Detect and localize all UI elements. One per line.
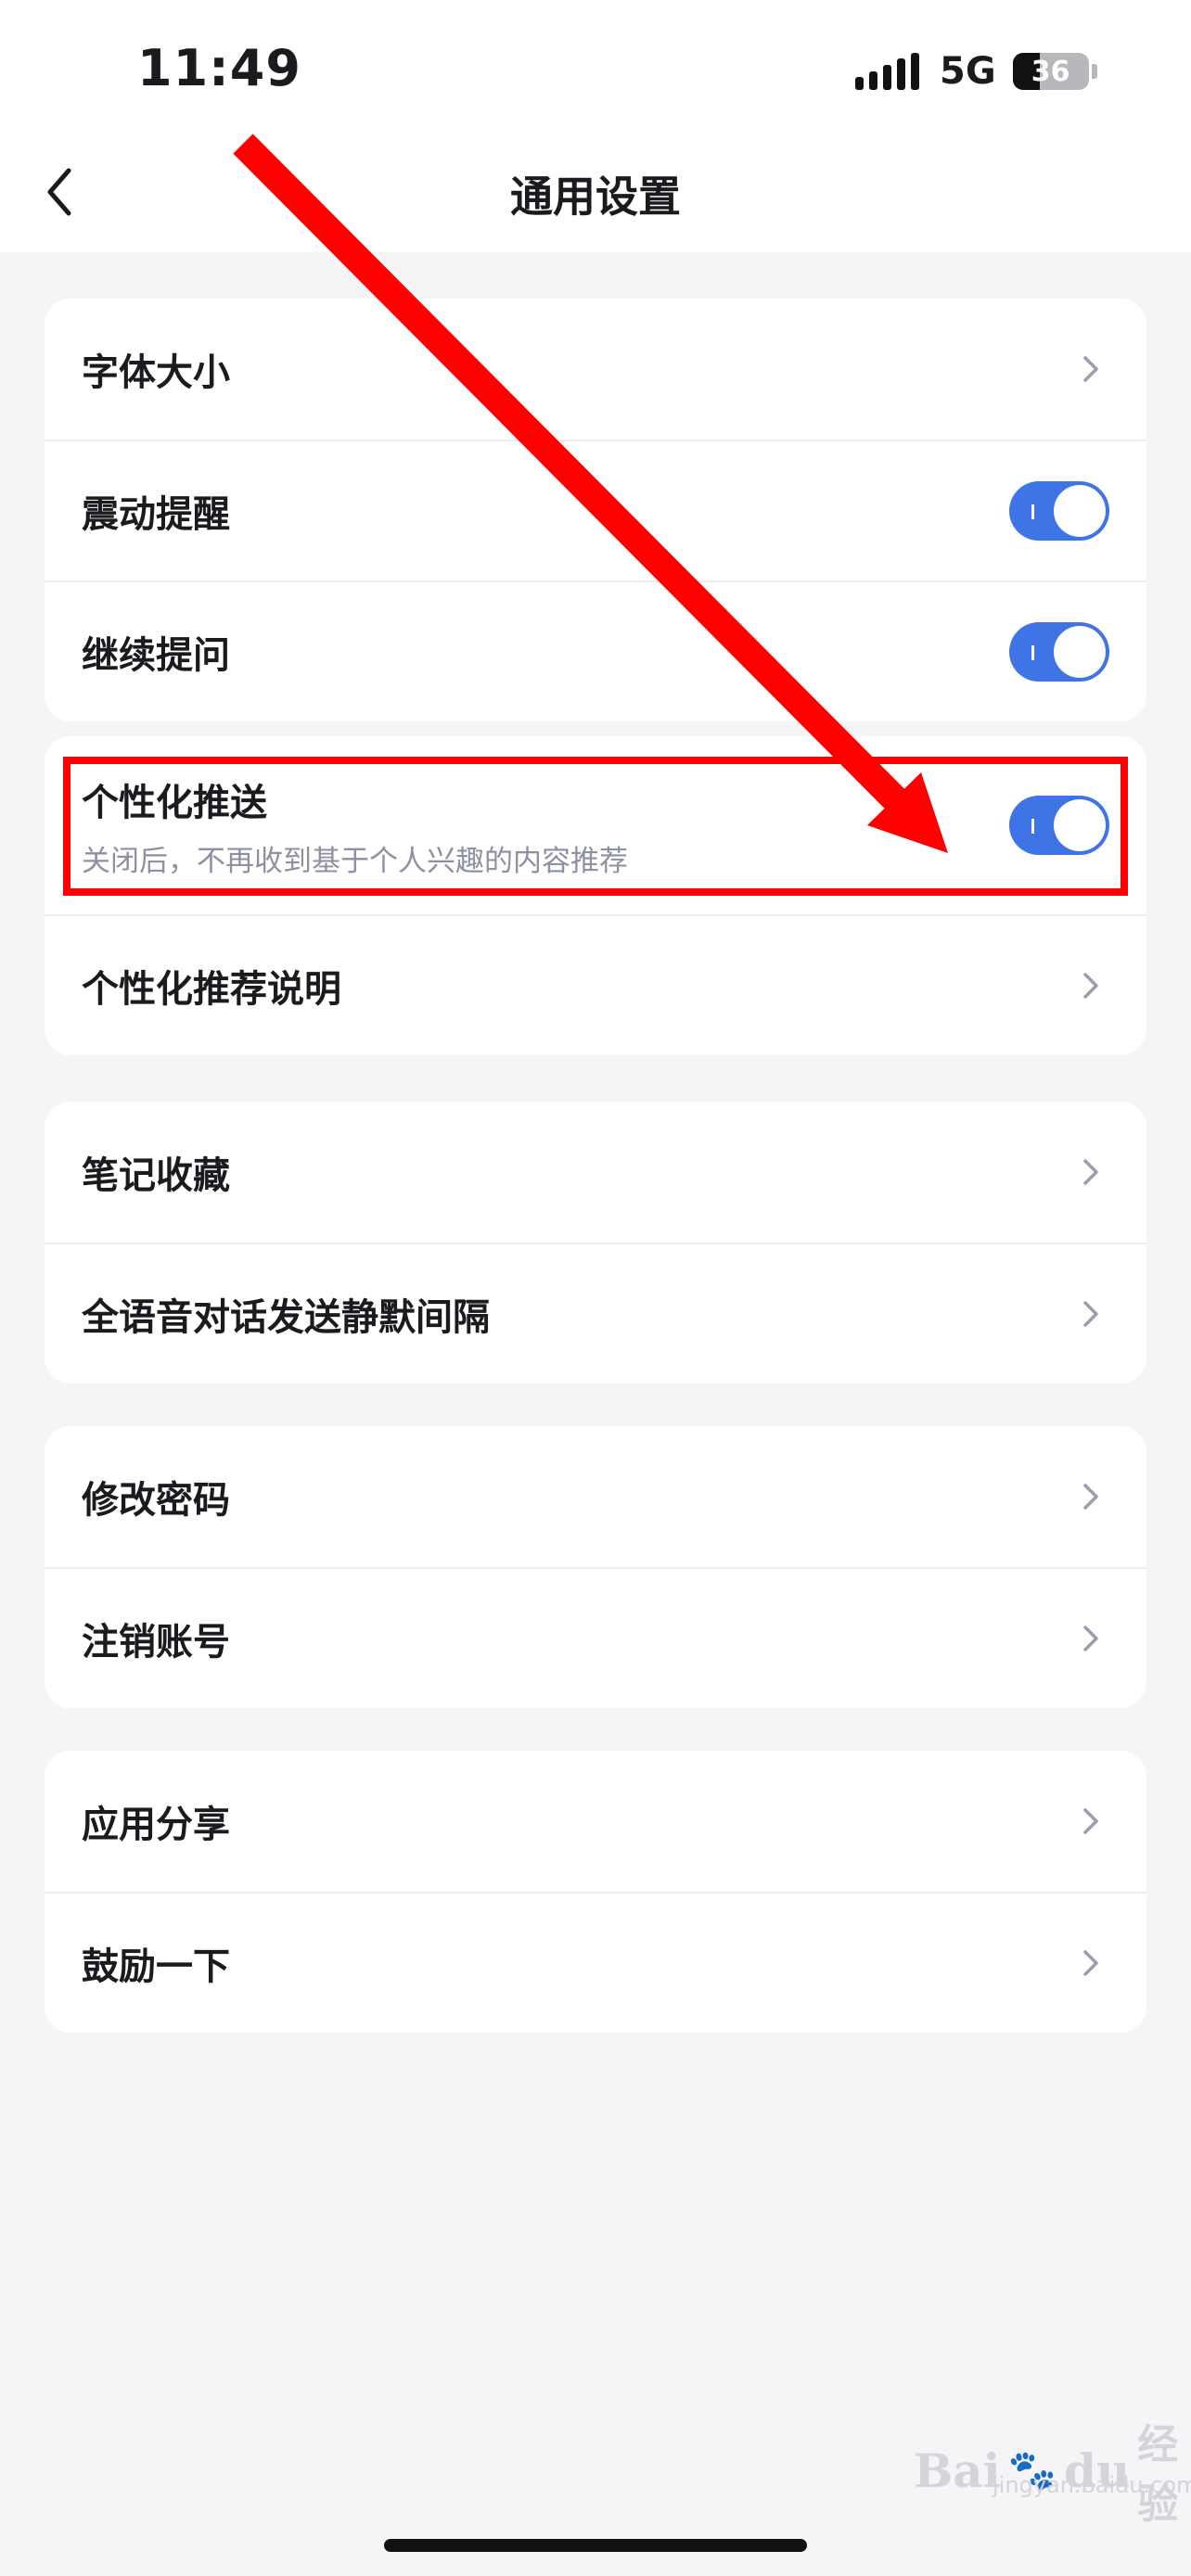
watermark-logo: Bai 🐾 du 经验: [914, 2411, 1191, 2530]
network-type: 5G: [940, 50, 996, 93]
row-label: 震动提醒: [82, 493, 230, 536]
note-favorites-row[interactable]: 笔记收藏: [45, 1102, 1146, 1243]
continue-asking-row: 继续提问: [45, 580, 1146, 721]
battery-icon: 36: [1012, 53, 1089, 90]
font-size-row[interactable]: 字体大小: [45, 299, 1146, 440]
row-label: 字体大小: [82, 351, 230, 394]
row-label: 继续提问: [82, 634, 230, 677]
page-title: 通用设置: [510, 172, 681, 222]
status-indicators: 5G 36: [855, 48, 1097, 95]
watermark-cn: 经验: [1137, 2421, 1179, 2528]
continue-asking-toggle[interactable]: [1009, 622, 1109, 682]
chevron-right-icon: [1083, 1301, 1098, 1327]
row-label: 修改密码: [82, 1479, 230, 1522]
vibration-toggle[interactable]: [1009, 481, 1109, 541]
chevron-right-icon: [1083, 1484, 1098, 1510]
annotation-highlight-box: [63, 757, 1128, 896]
chevron-right-icon: [1083, 973, 1098, 999]
signal-icon: [855, 53, 919, 90]
chevron-right-icon: [1083, 1808, 1098, 1834]
settings-group-account: 修改密码 注销账号: [45, 1426, 1146, 1708]
home-indicator[interactable]: [384, 2539, 807, 2552]
battery-nub: [1091, 64, 1097, 79]
row-label: 鼓励一下: [82, 1945, 230, 1988]
settings-page: 11:49 5G 36 通用设置 字体大小 震动提醒 继续提问 个性化推送 关闭…: [0, 0, 1191, 2576]
settings-group-display: 字体大小 震动提醒 继续提问: [45, 299, 1146, 721]
row-label: 个性化推荐说明: [82, 968, 341, 1011]
delete-account-row[interactable]: 注销账号: [45, 1567, 1146, 1708]
settings-group-notes: 笔记收藏 全语音对话发送静默间隔: [45, 1102, 1146, 1384]
settings-group-share: 应用分享 鼓励一下: [45, 1751, 1146, 2033]
chevron-right-icon: [1083, 1950, 1098, 1976]
row-label: 注销账号: [82, 1621, 230, 1664]
row-label: 应用分享: [82, 1804, 230, 1846]
battery-level: 36: [1031, 55, 1070, 88]
encourage-row[interactable]: 鼓励一下: [45, 1892, 1146, 2033]
voice-silence-interval-row[interactable]: 全语音对话发送静默间隔: [45, 1243, 1146, 1384]
watermark-url: jingyan.baidu.com: [992, 2472, 1191, 2498]
chevron-right-icon: [1083, 1159, 1098, 1185]
row-label: 全语音对话发送静默间隔: [82, 1296, 490, 1339]
chevron-right-icon: [1083, 356, 1098, 382]
row-label: 笔记收藏: [82, 1154, 230, 1197]
header: 11:49 5G 36 通用设置: [0, 0, 1191, 252]
status-time: 11:49: [137, 39, 301, 97]
app-share-row[interactable]: 应用分享: [45, 1751, 1146, 1892]
change-password-row[interactable]: 修改密码: [45, 1426, 1146, 1567]
vibration-reminder-row: 震动提醒: [45, 440, 1146, 580]
watermark-brand: Bai: [914, 2442, 1001, 2498]
chevron-right-icon: [1083, 1626, 1098, 1651]
personalized-recommendation-info-row[interactable]: 个性化推荐说明: [45, 914, 1146, 1055]
